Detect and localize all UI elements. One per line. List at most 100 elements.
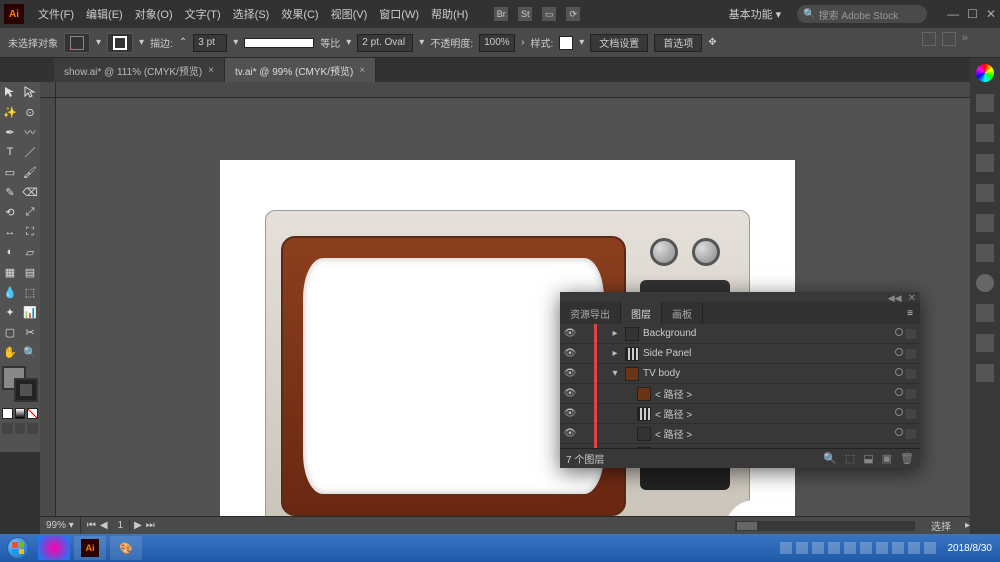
type-tool[interactable]: T <box>0 142 20 162</box>
layer-row[interactable]: 👁 ▸ Side Panel <box>560 344 920 364</box>
menu-object[interactable]: 对象(O) <box>129 6 179 22</box>
layer-row[interactable]: 👁▸Background <box>560 324 920 344</box>
tab-artboards[interactable]: 画板 <box>662 302 703 324</box>
blend-tool[interactable]: ⬚ <box>20 282 40 302</box>
document-tab[interactable]: tv.ai* @ 99% (CMYK/预览) × <box>225 58 376 82</box>
menu-select[interactable]: 选择(S) <box>227 6 276 22</box>
arrange-icon[interactable] <box>942 32 956 46</box>
tab-asset-export[interactable]: 资源导出 <box>560 302 621 324</box>
eraser-tool[interactable]: ⌫ <box>20 182 40 202</box>
taskbar-item-illustrator[interactable]: Ai <box>74 536 106 560</box>
target-icon[interactable] <box>892 408 906 419</box>
perspective-tool[interactable]: ▱ <box>20 242 40 262</box>
artboard-tool[interactable]: ▢ <box>0 322 20 342</box>
selection-indicator[interactable] <box>906 369 916 379</box>
layer-name[interactable]: < 路径 > <box>655 426 892 441</box>
gradient-panel-icon[interactable] <box>976 214 994 232</box>
shaper-tool[interactable]: ✎ <box>0 182 20 202</box>
libraries-panel-icon[interactable] <box>976 364 994 382</box>
target-icon[interactable] <box>892 428 906 439</box>
ruler-origin[interactable] <box>40 82 56 98</box>
fill-stroke-control[interactable] <box>2 366 38 402</box>
menu-type[interactable]: 文字(T) <box>179 6 227 22</box>
close-icon[interactable]: × <box>208 65 214 76</box>
visibility-icon[interactable]: 👁 <box>560 428 580 439</box>
align-icon[interactable] <box>922 32 936 46</box>
close-icon[interactable]: × <box>359 65 365 76</box>
layer-row[interactable]: 👁< 路径 > <box>560 444 920 448</box>
layer-name[interactable]: Side Panel <box>643 348 892 359</box>
rotate-tool[interactable]: ⟲ <box>0 202 20 222</box>
first-artboard-icon[interactable]: ⏮ <box>87 520 96 531</box>
visibility-icon[interactable]: 👁 <box>560 368 580 379</box>
brush-input[interactable] <box>357 34 413 52</box>
ruler-horizontal[interactable] <box>56 82 970 98</box>
tray-icon[interactable] <box>876 542 888 554</box>
color-gradient[interactable] <box>15 408 26 419</box>
rectangle-tool[interactable]: ▭ <box>0 162 20 182</box>
next-artboard-icon[interactable]: ▶ <box>134 520 142 531</box>
stroke-panel-icon[interactable] <box>976 184 994 202</box>
layer-row[interactable]: 👁▾TV body <box>560 364 920 384</box>
search-stock[interactable]: 🔍 搜索 Adobe Stock <box>797 5 927 23</box>
tray-icon[interactable] <box>860 542 872 554</box>
artboard-number[interactable]: 1 <box>112 520 131 531</box>
expand-arrow-icon[interactable]: ▾ <box>609 368 621 379</box>
target-icon[interactable] <box>892 328 906 339</box>
stroke-swatch[interactable] <box>107 33 133 53</box>
tab-layers[interactable]: 图层 <box>621 302 662 324</box>
menu-file[interactable]: 文件(F) <box>32 6 80 22</box>
draw-normal[interactable] <box>2 423 13 434</box>
visibility-icon[interactable]: 👁 <box>560 348 580 359</box>
stepper-down-icon[interactable]: ⌃ <box>179 37 187 48</box>
menu-view[interactable]: 视图(V) <box>325 6 374 22</box>
width-tool[interactable]: ↔ <box>0 222 20 242</box>
fill-swatch[interactable] <box>64 33 90 53</box>
stroke-weight-input[interactable] <box>193 34 227 52</box>
tray-icon[interactable] <box>828 542 840 554</box>
target-icon[interactable] <box>892 368 906 379</box>
symbols-panel-icon[interactable] <box>976 154 994 172</box>
layer-row[interactable]: 👁< 路径 > <box>560 384 920 404</box>
graphic-styles-panel-icon[interactable] <box>976 304 994 322</box>
preferences-button[interactable]: 首选项 <box>654 34 702 52</box>
selection-indicator[interactable] <box>906 409 916 419</box>
transparency-panel-icon[interactable] <box>976 244 994 262</box>
selection-indicator[interactable] <box>906 389 916 399</box>
panel-collapse-icon[interactable]: ◀◀ <box>888 293 902 301</box>
layer-name[interactable]: Background <box>643 328 892 339</box>
pen-tool[interactable]: ✒ <box>0 122 20 142</box>
tray-date[interactable]: 2018/8/30 <box>948 543 993 554</box>
panel-menu-icon[interactable]: ≡ <box>900 302 920 324</box>
layer-name[interactable]: < 路径 > <box>655 406 892 421</box>
tray-icon[interactable] <box>780 542 792 554</box>
stock-icon[interactable]: St <box>518 7 532 21</box>
line-tool[interactable]: ／ <box>20 142 40 162</box>
style-swatch[interactable] <box>559 36 573 50</box>
minimize-button[interactable]: — <box>947 7 959 21</box>
shape-builder-tool[interactable]: ◐ <box>0 242 20 262</box>
layer-row[interactable]: 👁 < 路径 > <box>560 424 920 444</box>
curvature-tool[interactable]: 〰 <box>20 122 40 142</box>
bridge-icon[interactable]: Br <box>494 7 508 21</box>
clipping-mask-icon[interactable]: ⬚ <box>845 452 855 465</box>
tray-icon[interactable] <box>924 542 936 554</box>
swatches-panel-icon[interactable] <box>976 94 994 112</box>
taskbar-item[interactable] <box>38 536 70 560</box>
selection-indicator[interactable] <box>906 429 916 439</box>
document-tab[interactable]: show.ai* @ 111% (CMYK/预览) × <box>54 58 225 82</box>
scale-tool[interactable]: ⤢ <box>20 202 40 222</box>
locate-object-icon[interactable]: 🔍 <box>823 452 837 465</box>
close-button[interactable]: ✕ <box>986 7 996 21</box>
expand-arrow-icon[interactable]: ▸ <box>609 348 621 359</box>
tray-icon[interactable] <box>908 542 920 554</box>
visibility-icon[interactable]: 👁 <box>560 408 580 419</box>
free-transform-tool[interactable]: ⛶ <box>20 222 40 242</box>
new-layer-icon[interactable]: ▣ <box>882 452 892 465</box>
menu-effect[interactable]: 效果(C) <box>275 6 324 22</box>
sync-icon[interactable]: ⟳ <box>566 7 580 21</box>
selection-indicator[interactable] <box>906 329 916 339</box>
document-setup-button[interactable]: 文档设置 <box>590 34 648 52</box>
brushes-panel-icon[interactable] <box>976 124 994 142</box>
color-solid[interactable] <box>2 408 13 419</box>
